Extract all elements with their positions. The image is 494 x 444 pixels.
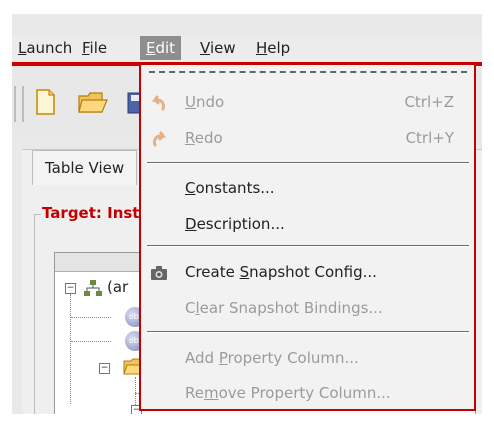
clear-snapshot-label-start: C	[185, 299, 196, 317]
constants-mnemonic: C	[185, 179, 196, 197]
tree-guide-line	[70, 294, 71, 404]
description-mnemonic: D	[185, 215, 197, 233]
menu-file-mnemonic: F	[82, 39, 90, 57]
menu-help[interactable]: Help	[250, 36, 296, 60]
menu-item-description[interactable]: Description...	[141, 207, 474, 242]
tree-guide-line	[71, 341, 111, 342]
edit-menu-dropdown: Undo Ctrl+Z Redo Ctrl+Y Constants... Des…	[139, 63, 476, 411]
menu-item-remove-property-column[interactable]: Remove Property Column...	[141, 376, 474, 411]
menu-item-create-snapshot-label: Create Snapshot Config...	[185, 255, 377, 290]
tab-table-view[interactable]: Table View	[32, 150, 138, 185]
hierarchy-icon	[84, 280, 102, 296]
new-document-icon	[36, 89, 55, 115]
redo-shortcut: Ctrl+Y	[405, 129, 454, 147]
redo-label-rest: edo	[194, 129, 223, 147]
menu-help-label: elp	[267, 39, 291, 57]
save-disk-icon	[127, 92, 143, 114]
menu-edit-label: dit	[155, 39, 176, 57]
undo-mnemonic: U	[185, 93, 196, 111]
menu-bar: Launch File Edit View Help	[12, 36, 482, 62]
remove-property-label-rest: ove Property Column...	[218, 384, 391, 402]
clear-snapshot-label-rest: ear Snapshot Bindings...	[199, 299, 383, 317]
menu-item-description-label: Description...	[185, 207, 285, 242]
remove-property-label-start: Re	[185, 384, 204, 402]
menu-item-undo-label: Undo	[185, 85, 224, 120]
add-property-label-rest: roperty Column...	[227, 349, 359, 367]
tree-guide-line	[71, 317, 111, 318]
add-property-label-start: Add	[185, 349, 219, 367]
open-folder-button[interactable]	[76, 88, 110, 116]
menu-item-add-property-column[interactable]: Add Property Column...	[141, 341, 474, 376]
menu-view-mnemonic: V	[200, 39, 210, 57]
menu-launch-label: aunch	[26, 39, 73, 57]
undo-shortcut: Ctrl+Z	[404, 93, 454, 111]
tree-collapse-toggle[interactable]: −	[65, 283, 76, 294]
menu-launch[interactable]: Launch	[12, 36, 78, 60]
menu-file[interactable]: File	[76, 36, 113, 60]
menu-item-clear-snapshot-bindings[interactable]: Clear Snapshot Bindings...	[141, 291, 474, 326]
redo-arrow-icon	[153, 131, 167, 147]
undo-label-rest: ndo	[195, 93, 225, 111]
menu-file-label: ile	[89, 39, 108, 57]
menu-item-remove-property-label: Remove Property Column...	[185, 376, 391, 411]
remove-property-mnemonic: m	[203, 384, 219, 402]
save-button[interactable]	[126, 88, 143, 116]
menu-item-undo[interactable]: Undo Ctrl+Z	[141, 85, 474, 120]
open-folder-icon	[78, 92, 108, 113]
menu-item-constants-label: Constants...	[185, 171, 275, 206]
menu-separator	[147, 245, 469, 247]
menu-item-create-snapshot-config[interactable]: Create Snapshot Config...	[141, 255, 474, 290]
new-document-button[interactable]	[32, 88, 58, 116]
menu-view-label: iew	[209, 39, 236, 57]
target-title: Target: Inst	[42, 204, 140, 222]
menu-help-mnemonic: H	[256, 39, 268, 57]
description-label-rest: escription...	[196, 215, 285, 233]
camera-icon	[151, 266, 167, 280]
menu-edit[interactable]: Edit	[140, 36, 182, 60]
menu-item-redo-label: Redo	[185, 121, 223, 156]
menu-item-constants[interactable]: Constants...	[141, 171, 474, 206]
menu-item-clear-snapshot-label: Clear Snapshot Bindings...	[185, 291, 383, 326]
toolbar-grip[interactable]	[14, 86, 24, 122]
tree-root-label[interactable]: (ar	[107, 278, 128, 296]
menu-separator	[147, 162, 469, 164]
add-property-mnemonic: P	[218, 349, 228, 367]
target-group-border	[34, 214, 41, 414]
menu-separator	[147, 331, 469, 333]
menu-item-add-property-label: Add Property Column...	[185, 341, 359, 376]
undo-arrow-icon	[151, 95, 165, 111]
create-snapshot-label-start: Create	[185, 263, 240, 281]
tree-collapse-toggle[interactable]: −	[99, 363, 110, 374]
create-snapshot-mnemonic: S	[239, 263, 250, 281]
menu-item-redo[interactable]: Redo Ctrl+Y	[141, 121, 474, 156]
create-snapshot-label-rest: napshot Config...	[249, 263, 377, 281]
constants-label-rest: onstants...	[195, 179, 275, 197]
menu-tearoff[interactable]	[149, 71, 467, 73]
redo-mnemonic: R	[185, 129, 195, 147]
menu-view[interactable]: View	[194, 36, 242, 60]
